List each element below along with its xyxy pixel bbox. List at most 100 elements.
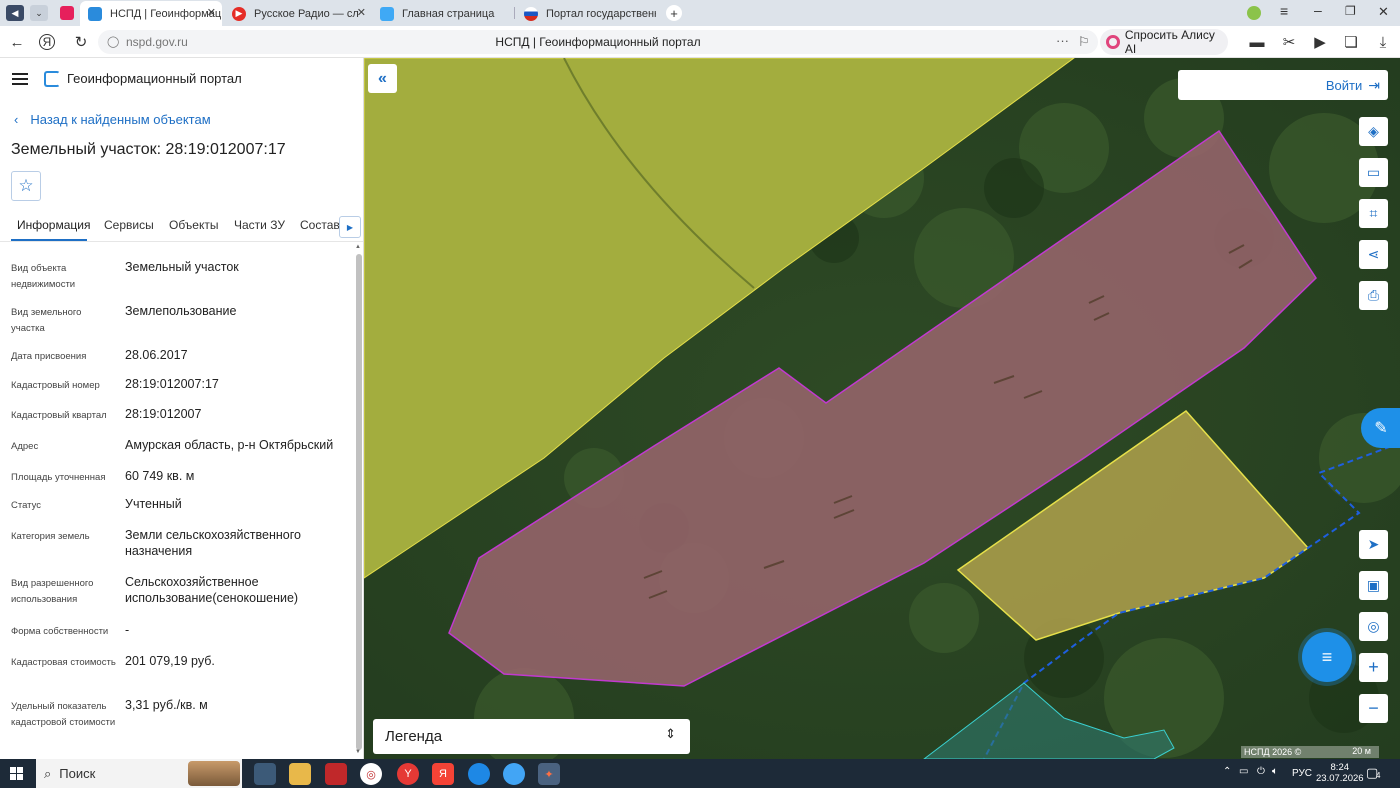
info-row: Вид земельного участка Землепользование xyxy=(11,304,237,334)
tools-icon[interactable]: ✂ xyxy=(1279,32,1299,52)
zoom-out-button[interactable]: − xyxy=(1359,694,1388,723)
volume-icon[interactable]: 🔈︎ xyxy=(1272,766,1278,777)
satellite-map xyxy=(364,58,1400,759)
alisa-icon xyxy=(1106,35,1120,49)
info-row: Форма собственности - xyxy=(11,623,130,637)
geolocation-button[interactable]: ➤ xyxy=(1359,530,1388,559)
info-row: Кадастровый квартал 28:19:012007 xyxy=(11,407,202,421)
close-window-icon[interactable]: ✕ xyxy=(1378,4,1389,20)
scrollbar-thumb[interactable] xyxy=(356,254,362,750)
layers-button[interactable]: ◈ xyxy=(1359,117,1388,146)
battery-icon[interactable]: ⏻ xyxy=(1257,766,1265,777)
expand-toggle-icon: ⇕ xyxy=(665,726,676,741)
address-bar[interactable]: ◯ nspd.gov.ru НСПД | Геоинформационный п… xyxy=(98,30,1098,54)
ask-alisa-button[interactable]: Спросить Алису AI xyxy=(1100,28,1228,56)
info-row: Дата присвоения 28.06.2017 xyxy=(11,348,188,362)
portal-title: Геоинформационный портал xyxy=(67,71,242,86)
extension-icon[interactable]: ▬ xyxy=(1247,32,1267,52)
reload-icon[interactable]: ↻ xyxy=(71,32,91,52)
yandex-icon[interactable]: Я xyxy=(432,763,454,785)
scroll-up-icon[interactable]: ▲ xyxy=(355,244,361,250)
taskview-icon[interactable] xyxy=(254,763,276,785)
tab-services[interactable]: Сервисы xyxy=(104,218,154,232)
browser-sidebar-icon[interactable]: ◀ xyxy=(6,5,24,21)
zoom-in-button[interactable]: + xyxy=(1359,653,1388,682)
hamburger-menu-icon[interactable] xyxy=(12,73,28,85)
print-button[interactable]: ⎙ xyxy=(1359,281,1388,310)
app-red-icon[interactable] xyxy=(325,763,347,785)
map-view[interactable]: « Войти ⇥ ◈ ▭ ⌗ ⋖ ⎙ ✎ ➤ ▣ ◎ + − ≡ Легенд… xyxy=(364,58,1400,759)
browser-tab-gosportal[interactable]: Портал государственны xyxy=(516,1,656,26)
assistant-side-tab[interactable]: ✎ xyxy=(1361,408,1400,448)
active-app-icon[interactable]: ✦ xyxy=(538,763,560,785)
yandex-icon[interactable]: Я xyxy=(39,34,55,50)
tabs-scroll-right-button[interactable]: ▶ xyxy=(339,216,361,238)
more-icon[interactable]: ··· xyxy=(1056,33,1069,48)
browser-toolbar: ← Я ↻ ◯ nspd.gov.ru НСПД | Геоинформацио… xyxy=(0,26,1400,58)
system-tray: ⌃ ▭ ⏻ 🔈︎ РУС 8:24 23.07.2026 ▢ 4 xyxy=(1220,759,1400,788)
bookmark-icon[interactable]: ⚐ xyxy=(1078,34,1090,50)
legend-panel[interactable]: Легенда ⇕ xyxy=(373,719,690,754)
info-row: Площадь уточненная 60 749 кв. м xyxy=(11,469,195,483)
download-icon[interactable]: ⤓ xyxy=(1373,32,1393,52)
page-title: НСПД | Геоинформационный портал xyxy=(495,35,701,49)
edge-icon[interactable] xyxy=(468,763,490,785)
downloads-panel-icon[interactable]: ❏ xyxy=(1341,32,1361,52)
file-explorer-icon[interactable] xyxy=(289,763,311,785)
youtube-favicon: ▶ xyxy=(232,6,246,21)
info-row: Вид разрешенного использования Сельскохо… xyxy=(11,575,299,605)
taskbar-search[interactable]: ⌕ Поиск xyxy=(36,759,242,788)
browser-tab-radio[interactable]: ▶ Русское Радио — сл ✕ xyxy=(224,1,370,26)
collapse-panel-button[interactable]: « xyxy=(368,64,397,93)
object-info-panel: Геоинформационный портал ‹ Назад к найде… xyxy=(0,58,364,759)
info-row: Удельный показатель кадастровой стоимост… xyxy=(11,698,208,728)
new-tab-button[interactable]: + xyxy=(666,5,682,21)
yandex-browser-icon[interactable]: Y xyxy=(397,763,419,785)
browser-tab-nspd[interactable]: НСПД | Геоинформац ✕ xyxy=(80,1,222,26)
restore-icon[interactable]: ❐ xyxy=(1345,4,1356,18)
login-icon: ⇥ xyxy=(1368,76,1380,93)
info-row: Кадастровый номер 28:19:012007:17 xyxy=(11,377,219,391)
close-tab-icon[interactable]: ✕ xyxy=(207,6,216,19)
browser-tab-main[interactable]: Главная страница xyxy=(372,1,512,26)
pinned-tab-icon[interactable] xyxy=(60,6,74,20)
favorite-star-button[interactable]: ☆ xyxy=(11,171,41,201)
search-highlight-image xyxy=(188,761,240,786)
login-button[interactable]: Войти ⇥ xyxy=(1178,70,1388,100)
clock[interactable]: 8:24 23.07.2026 xyxy=(1316,762,1364,784)
panel-tabs: Информация Сервисы Объекты Части ЗУ Сост… xyxy=(0,210,363,242)
notifications-count: 4 xyxy=(1376,771,1381,780)
back-icon[interactable]: ← xyxy=(7,32,27,52)
panel-scrollbar[interactable]: ▲ ▼ xyxy=(355,244,363,759)
network-icon[interactable]: ▭ xyxy=(1239,766,1248,777)
tab-parts[interactable]: Части ЗУ xyxy=(234,218,285,232)
tabs-dropdown-icon[interactable]: ⌄ xyxy=(30,5,48,21)
tab-composition[interactable]: Состав xyxy=(300,218,340,232)
app-blue-icon[interactable] xyxy=(503,763,525,785)
select-area-button[interactable]: ⌗ xyxy=(1359,199,1388,228)
search-icon: ⌕ xyxy=(44,765,52,781)
minimize-icon[interactable]: – xyxy=(1314,2,1322,18)
language-indicator[interactable]: РУС xyxy=(1292,768,1312,779)
search-location-button[interactable]: ◎ xyxy=(1359,612,1388,641)
ruler-button[interactable]: ▭ xyxy=(1359,158,1388,187)
tray-arrow-icon[interactable]: ⌃ xyxy=(1223,766,1231,777)
close-tab-icon[interactable]: ✕ xyxy=(357,6,366,19)
tab-information[interactable]: Информация xyxy=(17,218,90,232)
info-row: Статус Учтенный xyxy=(11,497,182,511)
profile-icon[interactable] xyxy=(1247,6,1261,20)
tab-objects[interactable]: Объекты xyxy=(169,218,219,232)
media-icon[interactable]: ▶ xyxy=(1310,32,1330,52)
menu-icon[interactable]: ≡ xyxy=(1280,3,1288,19)
back-to-results-link[interactable]: ‹ Назад к найденным объектам xyxy=(14,112,211,127)
share-button[interactable]: ⋖ xyxy=(1359,240,1388,269)
minimap-button[interactable]: ▣ xyxy=(1359,571,1388,600)
chat-button[interactable]: ≡ xyxy=(1302,632,1352,682)
info-row: Кадастровая стоимость 201 079,19 руб. xyxy=(11,654,215,668)
info-row: Категория земель Земли сельскохозяйствен… xyxy=(11,528,301,558)
app-ring-icon[interactable]: ◎ xyxy=(360,763,382,785)
windows-start-icon[interactable] xyxy=(10,767,23,780)
chevron-left-icon: ‹ xyxy=(14,112,19,127)
scroll-down-icon[interactable]: ▼ xyxy=(355,749,361,755)
site-favicon xyxy=(380,6,394,21)
